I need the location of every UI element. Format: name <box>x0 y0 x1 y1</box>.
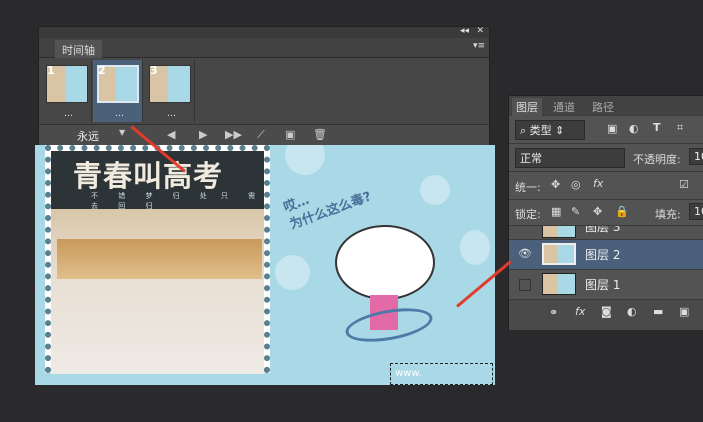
visibility-toggle[interactable] <box>519 279 531 291</box>
panel-menu-icon[interactable]: ▾≡ <box>473 41 485 51</box>
frame-number: 1 <box>47 64 55 77</box>
tab-channels[interactable]: 通道 <box>553 99 575 115</box>
loop-select[interactable]: 永远 <box>77 128 99 144</box>
frames-area: 1… 2… 3… <box>39 58 489 124</box>
layer-row[interactable]: 图层 3 <box>509 226 703 240</box>
lock-row: 锁定: ▦ ✎ ✥ 🔒 填充: 10 <box>509 200 703 226</box>
bubble <box>460 230 490 265</box>
poster-title: 青春叫高考 <box>73 159 224 193</box>
layers-footer: ⚭ fx ◙ ◐ ▬ ▣ <box>509 300 703 330</box>
layer-thumbnail <box>542 273 576 295</box>
propagate-checkbox[interactable]: ☑ <box>679 178 689 191</box>
opacity-input[interactable]: 10 <box>689 148 703 165</box>
document-canvas[interactable]: 青春叫高考 不 错 梦 归 处 只 需 去 回 归 哎… 为什么这么毒? www… <box>35 145 495 385</box>
lock-icon[interactable]: 🔒 <box>615 205 629 218</box>
layer-thumbnail <box>542 243 576 265</box>
layer-row-selected[interactable]: 👁 图层 2 <box>509 240 703 270</box>
eye-icon[interactable]: 👁 <box>518 247 532 260</box>
tab-paths[interactable]: 路径 <box>592 99 614 115</box>
frame-2[interactable]: 2… <box>93 60 143 122</box>
hula-hoop <box>343 302 435 348</box>
lock-brush-icon[interactable]: ✎ <box>571 205 580 218</box>
lock-label: 锁定: <box>515 208 541 221</box>
duplicate-frame-icon[interactable]: ▣ <box>285 128 295 141</box>
previous-frame-icon[interactable]: ◀ <box>167 128 175 141</box>
lock-transparency-icon[interactable]: ▦ <box>551 205 561 218</box>
link-icon[interactable]: ⚭ <box>549 306 558 319</box>
mask-icon[interactable]: ◙ <box>601 305 612 318</box>
fx-icon[interactable]: fx <box>575 305 585 318</box>
layer-name: 图层 1 <box>585 278 621 292</box>
bubble <box>420 175 450 205</box>
trash-icon[interactable]: 🗑 <box>313 128 327 141</box>
frame-number: 2 <box>98 64 106 77</box>
frame-delay[interactable]: … <box>167 109 176 119</box>
unify-style-icon[interactable]: fx <box>593 177 603 190</box>
unify-position-icon[interactable]: ✥ <box>551 178 560 191</box>
chevron-down-icon[interactable]: ▼ <box>119 128 125 137</box>
frame-3[interactable]: 3… <box>145 60 195 122</box>
layer-name: 图层 3 <box>585 226 621 234</box>
frame-delay[interactable]: … <box>115 109 124 119</box>
type-filter-icon[interactable]: T <box>653 121 661 134</box>
tab-layers[interactable]: 图层 <box>512 98 542 116</box>
adjustment-filter-icon[interactable]: ◐ <box>629 122 639 135</box>
unify-visibility-icon[interactable]: ◎ <box>571 178 581 191</box>
frame-1[interactable]: 1… <box>42 60 92 122</box>
next-frame-icon[interactable]: ▶▶ <box>225 128 242 141</box>
close-icon[interactable]: ✕ <box>476 26 484 36</box>
frame-delay[interactable]: … <box>64 109 73 119</box>
fill-label: 填充: <box>655 208 681 221</box>
frame-number: 3 <box>150 64 158 77</box>
building <box>57 239 262 279</box>
poster-image: 青春叫高考 不 错 梦 归 处 只 需 去 回 归 <box>45 145 270 374</box>
unify-label: 统一: <box>515 181 541 194</box>
layer-thumbnail <box>542 226 576 238</box>
blend-row: 正常 不透明度: 10 <box>509 144 703 172</box>
speech-text: 哎… 为什么这么毒? <box>281 189 374 233</box>
fill-input[interactable]: 10 <box>689 203 703 220</box>
layers-tabs: 图层 通道 路径 <box>509 96 703 116</box>
filter-value: 类型 <box>529 124 552 137</box>
poster-subtitle: 不 错 梦 归 处 只 需 去 回 归 <box>91 192 256 210</box>
blend-mode-select[interactable]: 正常 <box>515 148 625 168</box>
filter-select[interactable]: ⌕ 类型 ⇕ <box>515 120 585 140</box>
panel-titlebar[interactable]: ◂◂ ✕ <box>39 26 489 38</box>
folder-icon[interactable]: ▬ <box>653 305 663 318</box>
collapse-icon[interactable]: ◂◂ <box>460 26 469 36</box>
character-head <box>335 225 435 300</box>
play-icon[interactable]: ▶ <box>199 128 207 141</box>
layers-panel: 图层 通道 路径 ⌕ 类型 ⇕ ▣ ◐ T ⌗ 正常 不透明度: 10 统一: … <box>508 95 703 330</box>
lock-move-icon[interactable]: ✥ <box>593 205 602 218</box>
tween-icon[interactable]: ⟋ <box>257 128 265 142</box>
bubble <box>285 145 325 175</box>
image-filter-icon[interactable]: ▣ <box>607 122 617 135</box>
shape-filter-icon[interactable]: ⌗ <box>677 121 683 135</box>
poster-scene <box>51 209 264 374</box>
watermark-selection[interactable]: www. <box>390 363 493 385</box>
opacity-label: 不透明度: <box>633 153 681 166</box>
timeline-panel: ◂◂ ✕ 时间轴 ▾≡ 1… 2… 3… 永远 ▼ ◀ ▶ ▶▶ ⟋ ▣ 🗑 <box>38 26 490 145</box>
timeline-tabs: 时间轴 ▾≡ <box>39 38 489 58</box>
poster-header: 青春叫高考 不 错 梦 归 处 只 需 去 回 归 <box>51 151 264 210</box>
filter-row: ⌕ 类型 ⇕ ▣ ◐ T ⌗ <box>509 116 703 144</box>
new-layer-icon[interactable]: ▣ <box>679 305 689 318</box>
timeline-controls: 永远 ▼ ◀ ▶ ▶▶ ⟋ ▣ 🗑 <box>39 124 489 145</box>
layer-name: 图层 2 <box>585 248 621 262</box>
adjustment-icon[interactable]: ◐ <box>627 305 637 318</box>
unify-row: 统一: ✥ ◎ fx ☑ <box>509 172 703 200</box>
tab-timeline[interactable]: 时间轴 <box>55 40 102 58</box>
layer-row[interactable]: 图层 1 <box>509 270 703 300</box>
bubble <box>275 255 310 290</box>
